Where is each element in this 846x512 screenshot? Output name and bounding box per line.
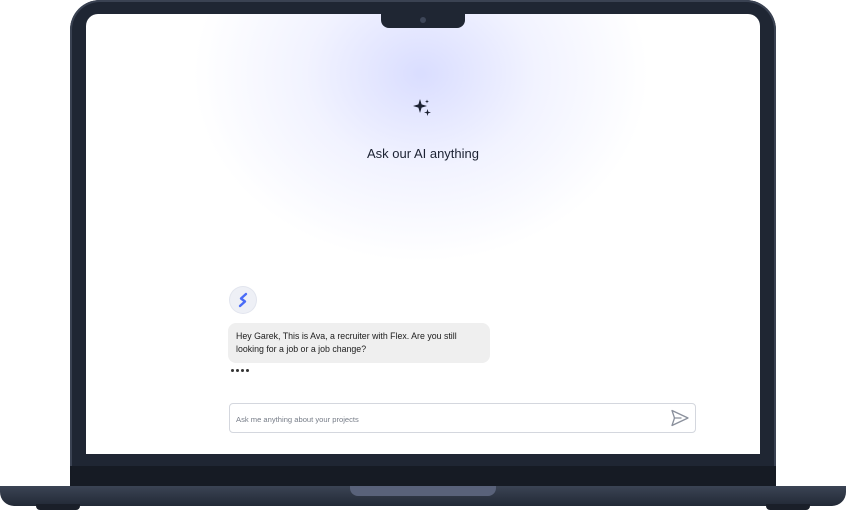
camera-dot <box>420 17 426 23</box>
hero-title: Ask our AI anything <box>366 146 479 161</box>
laptop-foot-left <box>36 504 80 510</box>
screen-glow <box>191 14 651 264</box>
assistant-avatar <box>230 287 256 313</box>
typing-dot <box>241 369 244 372</box>
typing-dot <box>231 369 234 372</box>
flex-logo-icon <box>238 292 248 308</box>
laptop-base-notch <box>350 486 496 496</box>
typing-indicator <box>231 369 249 372</box>
laptop-screen: Ask our AI anything Hey Garek, This is A… <box>86 14 760 454</box>
laptop-foot-right <box>766 504 810 510</box>
sparkles-icon <box>413 99 431 116</box>
send-icon <box>671 409 689 427</box>
typing-dot <box>246 369 249 372</box>
typing-dot <box>236 369 239 372</box>
send-button[interactable] <box>670 409 690 427</box>
laptop-hinge <box>70 466 776 486</box>
laptop-mockup: Ask our AI anything Hey Garek, This is A… <box>0 0 846 512</box>
assistant-message-bubble: Hey Garek, This is Ava, a recruiter with… <box>228 323 490 363</box>
chat-input[interactable] <box>234 408 658 430</box>
chat-composer <box>229 403 696 433</box>
